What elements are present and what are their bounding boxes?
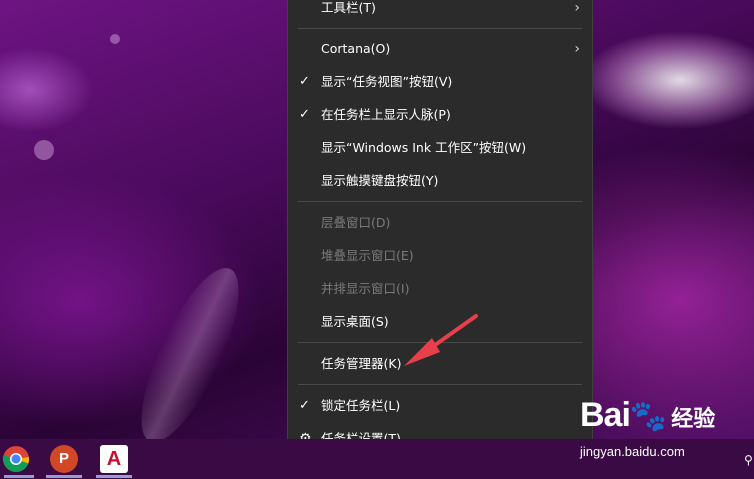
autocad-icon[interactable]: A [100,445,128,473]
powerpoint-icon[interactable]: P [50,445,78,473]
taskbar-running-indicator [4,475,34,478]
watermark-url: jingyan.baidu.com [580,444,685,459]
people-icon[interactable]: ⚲ [744,453,753,467]
baidu-jingyan-watermark: Bai🐾 经验 [580,396,716,434]
taskbar-running-indicator [96,475,132,478]
taskbar-running-indicator [46,475,82,478]
chrome-icon[interactable] [2,445,30,473]
paw-icon: 🐾 [629,399,668,434]
